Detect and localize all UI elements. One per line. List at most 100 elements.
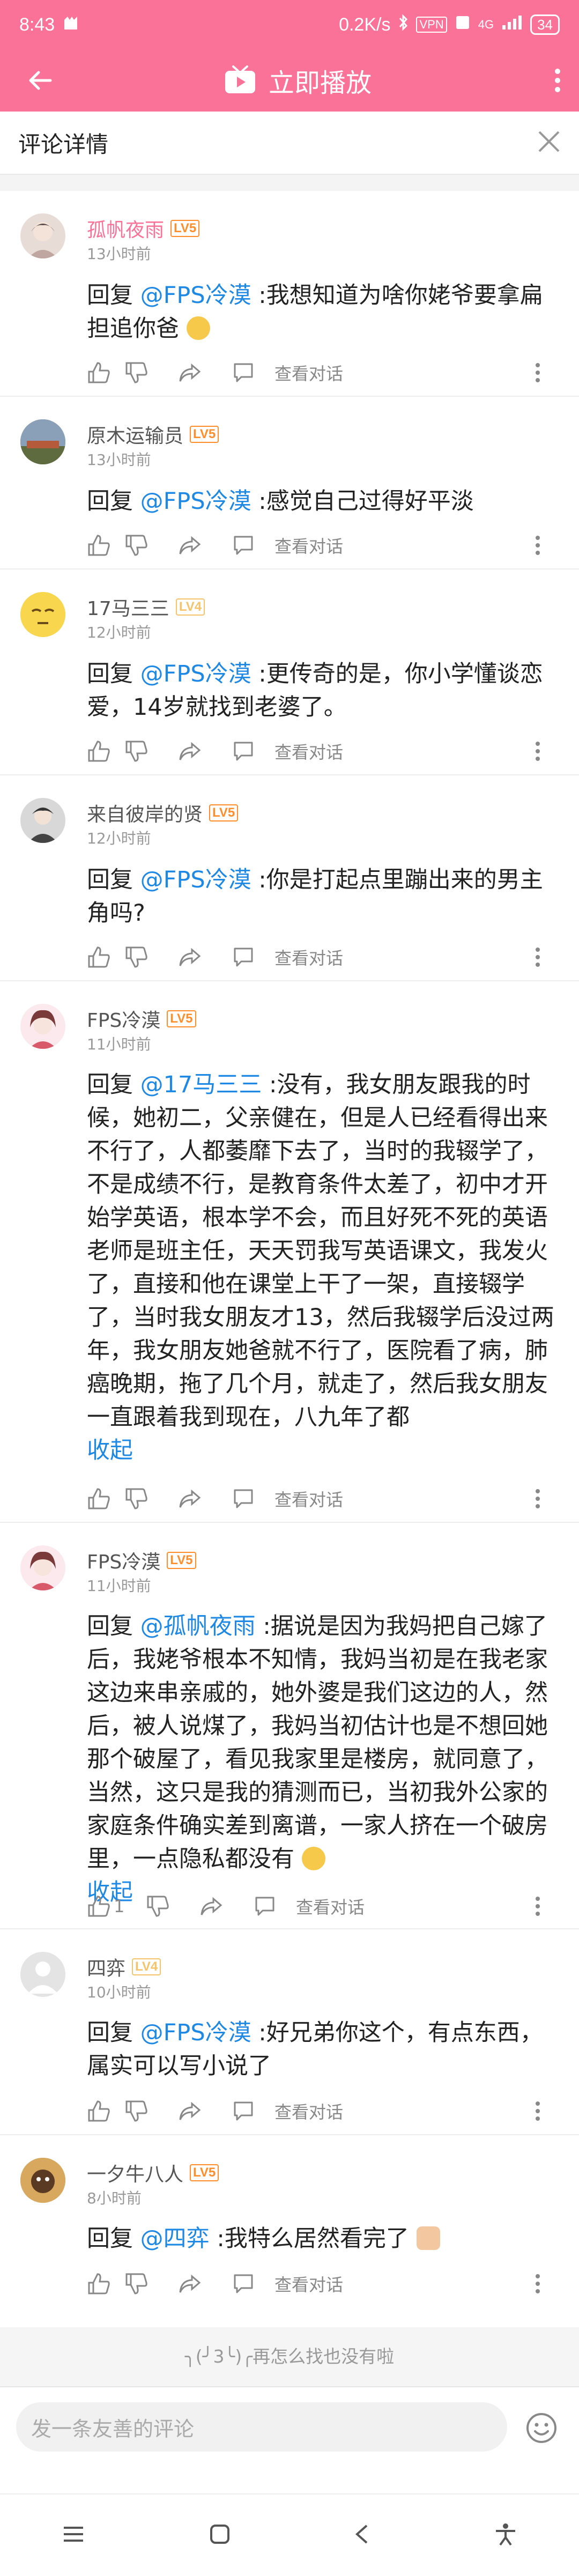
mention-link[interactable]: @孤帆夜雨 bbox=[140, 1613, 256, 1640]
mention-link[interactable]: @FPS冷漠 bbox=[140, 867, 251, 893]
system-back-button[interactable] bbox=[354, 2523, 370, 2547]
thumbs-up-icon bbox=[88, 535, 110, 556]
dislike-button[interactable] bbox=[124, 2272, 178, 2296]
view-dialog-link[interactable]: 查看对话 bbox=[274, 945, 343, 969]
more-vertical-icon bbox=[536, 742, 540, 761]
collapse-link[interactable]: 收起 bbox=[87, 1437, 133, 1464]
like-button[interactable] bbox=[87, 361, 124, 384]
comment-more-button[interactable] bbox=[535, 535, 540, 556]
like-button[interactable] bbox=[87, 945, 124, 969]
comment-more-button[interactable] bbox=[535, 741, 540, 762]
reply-button[interactable] bbox=[232, 739, 274, 763]
timestamp: 10小时前 bbox=[87, 1983, 151, 2001]
avatar[interactable] bbox=[20, 592, 65, 637]
comment-more-button[interactable] bbox=[535, 2273, 540, 2294]
laugh-cry-emoji-icon bbox=[186, 316, 210, 340]
reply-button[interactable] bbox=[232, 945, 274, 969]
like-button[interactable] bbox=[87, 534, 124, 557]
dislike-button[interactable] bbox=[124, 945, 178, 969]
close-button[interactable] bbox=[537, 130, 561, 156]
share-button[interactable] bbox=[178, 361, 232, 384]
share-button[interactable] bbox=[178, 945, 232, 969]
avatar[interactable] bbox=[20, 1004, 65, 1049]
avatar[interactable] bbox=[20, 798, 65, 843]
back-button[interactable] bbox=[0, 67, 80, 94]
share-button[interactable] bbox=[178, 534, 232, 557]
username[interactable]: 17马三三 bbox=[87, 593, 169, 621]
mention-link[interactable]: @FPS冷漠 bbox=[140, 2019, 251, 2046]
mention-link[interactable]: @FPS冷漠 bbox=[140, 488, 251, 515]
comment-more-button[interactable] bbox=[535, 362, 540, 383]
avatar[interactable] bbox=[20, 2158, 65, 2203]
view-dialog-link[interactable]: 查看对话 bbox=[274, 1486, 343, 1511]
end-of-list-note: ╮(╯3╰)╭再怎么找也没有啦 bbox=[0, 2327, 579, 2386]
level-badge: LV4 bbox=[175, 598, 205, 616]
thumbs-up-icon bbox=[88, 1896, 110, 1917]
app-bar-title: 立即播放 bbox=[268, 68, 372, 98]
reply-button[interactable] bbox=[232, 534, 274, 557]
comment-more-button[interactable] bbox=[535, 1896, 540, 1917]
like-button[interactable] bbox=[87, 2099, 124, 2123]
mention-link[interactable]: @四弈 bbox=[140, 2225, 210, 2252]
like-button[interactable] bbox=[87, 739, 124, 763]
view-dialog-link[interactable]: 查看对话 bbox=[274, 533, 343, 558]
username[interactable]: 原木运输员 bbox=[87, 420, 183, 448]
mention-link[interactable]: @FPS冷漠 bbox=[140, 282, 251, 309]
mention-link[interactable]: @FPS冷漠 bbox=[140, 661, 251, 687]
accessibility-button[interactable] bbox=[494, 2522, 517, 2548]
share-button[interactable] bbox=[199, 1894, 253, 1918]
like-button[interactable] bbox=[87, 2272, 124, 2296]
dislike-button[interactable] bbox=[124, 739, 178, 763]
view-dialog-link[interactable]: 查看对话 bbox=[296, 1894, 365, 1919]
share-button[interactable] bbox=[178, 2099, 232, 2123]
dislike-button[interactable] bbox=[124, 2099, 178, 2123]
avatar[interactable] bbox=[20, 1952, 65, 1997]
avatar[interactable] bbox=[20, 419, 65, 464]
menu-button[interactable] bbox=[62, 2525, 85, 2546]
comment-actions: 1 查看对话 bbox=[87, 1894, 540, 1919]
username[interactable]: FPS冷漠 bbox=[87, 1005, 160, 1033]
reply-button[interactable] bbox=[232, 2099, 274, 2123]
reply-button[interactable] bbox=[232, 2272, 274, 2296]
thumbs-down-icon bbox=[125, 741, 147, 762]
comment-actions: 查看对话 bbox=[87, 533, 540, 558]
avatar[interactable] bbox=[20, 213, 65, 258]
username[interactable]: 四弈 bbox=[87, 1953, 125, 1981]
username[interactable]: 来自彼岸的贤 bbox=[87, 799, 203, 827]
share-button[interactable] bbox=[178, 2272, 232, 2296]
comment-more-button[interactable] bbox=[535, 946, 540, 968]
view-dialog-link[interactable]: 查看对话 bbox=[274, 2271, 343, 2296]
view-dialog-link[interactable]: 查看对话 bbox=[274, 739, 343, 764]
username[interactable]: 一夕牛八人 bbox=[87, 2159, 183, 2187]
more-menu-button[interactable] bbox=[536, 67, 579, 94]
dislike-button[interactable] bbox=[124, 361, 178, 384]
emoji-button[interactable] bbox=[525, 2412, 558, 2446]
view-dialog-link[interactable]: 查看对话 bbox=[274, 2099, 343, 2123]
comment-input[interactable]: 发一条友善的评论 bbox=[16, 2402, 507, 2452]
avatar[interactable] bbox=[20, 1545, 65, 1590]
share-button[interactable] bbox=[178, 739, 232, 763]
status-bar: 8:43 0.2K/s VPN 4G 34 bbox=[0, 0, 579, 49]
play-now-button[interactable]: 立即播放 bbox=[80, 62, 515, 99]
view-dialog-link[interactable]: 查看对话 bbox=[274, 360, 343, 385]
username[interactable]: 孤帆夜雨 bbox=[87, 214, 164, 242]
timestamp: 11小时前 bbox=[87, 1577, 151, 1595]
dislike-button[interactable] bbox=[124, 1487, 178, 1511]
like-button[interactable] bbox=[87, 1487, 124, 1511]
dislike-button[interactable] bbox=[124, 534, 178, 557]
more-vertical-icon bbox=[536, 363, 540, 382]
home-button[interactable] bbox=[209, 2523, 231, 2547]
reply-button[interactable] bbox=[253, 1894, 296, 1918]
comment-bubble-icon bbox=[234, 948, 253, 967]
timestamp: 11小时前 bbox=[87, 1035, 151, 1053]
comment-more-button[interactable] bbox=[535, 1488, 540, 1509]
comment-more-button[interactable] bbox=[535, 2100, 540, 2122]
reply-button[interactable] bbox=[232, 361, 274, 384]
mention-link[interactable]: @17马三三 bbox=[140, 1071, 262, 1098]
reply-button[interactable] bbox=[232, 1487, 274, 1511]
level-badge: LV5 bbox=[167, 1552, 196, 1569]
dislike-button[interactable] bbox=[146, 1894, 199, 1918]
like-button[interactable] bbox=[87, 1894, 114, 1918]
share-button[interactable] bbox=[178, 1487, 232, 1511]
username[interactable]: FPS冷漠 bbox=[87, 1546, 160, 1574]
